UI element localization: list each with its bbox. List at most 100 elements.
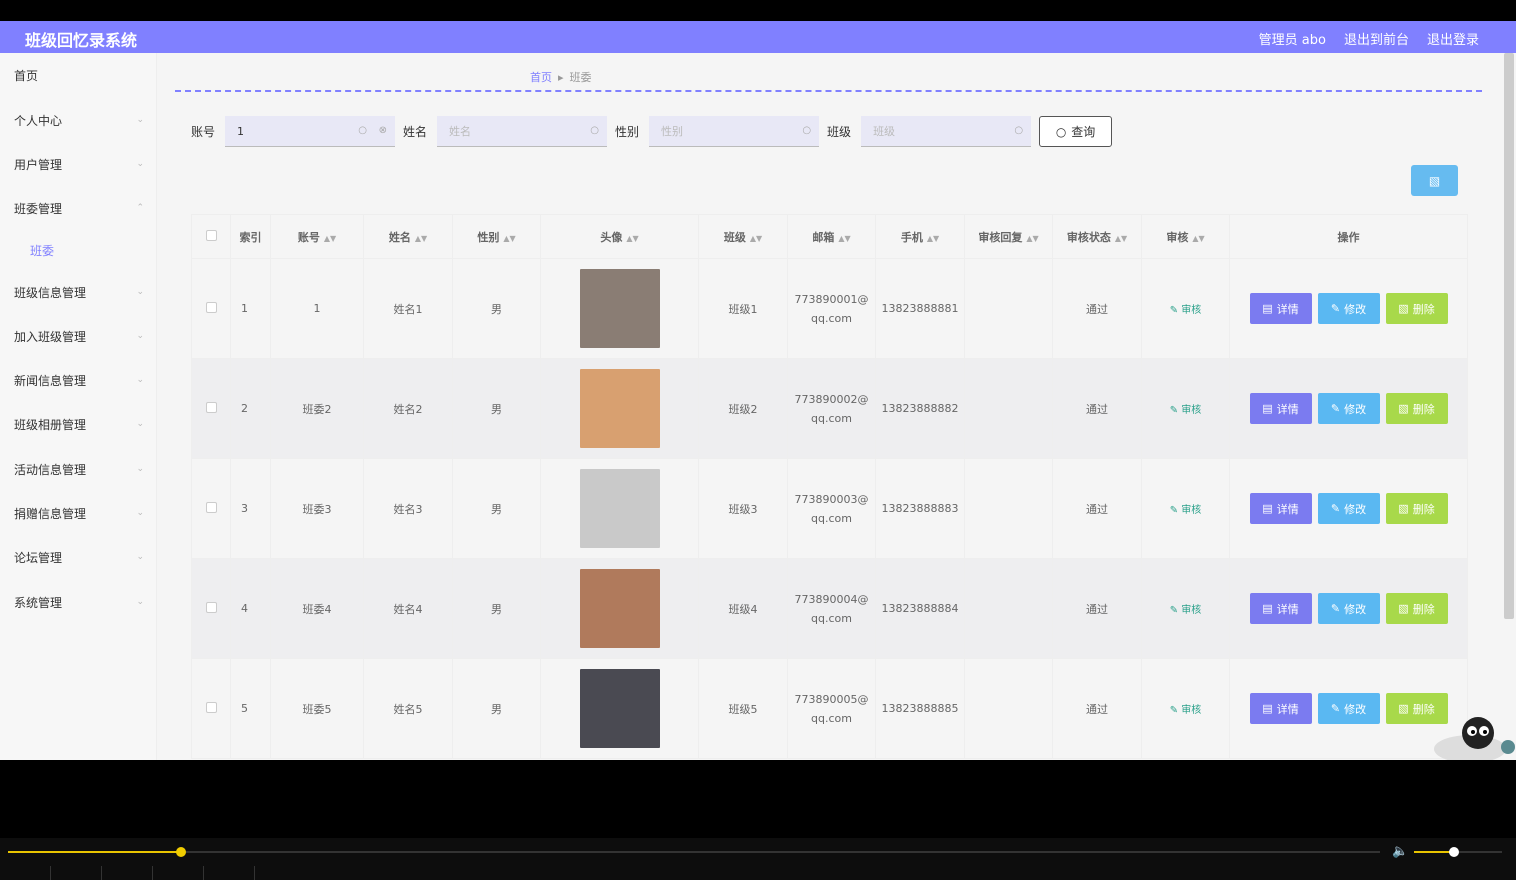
edit-button[interactable]: ✎ 修改 [1317,293,1380,324]
committee-table: 索引 账号 ▲▼ 姓名 ▲▼ 性别 ▲▼ 头像 ▲▼ 班级 ▲▼ 邮箱 ▲▼ 手机 ▲▼ 审核… [191,214,1468,759]
column-header[interactable]: 邮箱 ▲▼ [787,214,876,259]
volume-level [1414,851,1454,853]
query-button[interactable]: ○ 查询 [1039,116,1113,147]
volume-handle[interactable] [1448,847,1459,857]
seek-track[interactable] [8,851,1380,853]
edit-button[interactable]: ✎ 修改 [1317,393,1380,424]
sidebar-item-committee-management[interactable]: 班委管理 ⌃ [14,198,144,218]
cell-audit: ✎ 审核 [1141,458,1230,559]
column-header[interactable]: 头像 ▲▼ [540,214,699,259]
row-checkbox[interactable] [191,558,231,659]
column-header[interactable]: 班级 ▲▼ [698,214,788,259]
avatar[interactable] [579,369,660,448]
sidebar-item-user-management[interactable]: 用户管理 ⌄ [14,154,144,174]
sidebar-item-personal-center[interactable]: 个人中心 ⌄ [14,110,144,130]
detail-button[interactable]: ▤ 详情 [1249,393,1312,424]
account-input[interactable]: 1 ○ ⊗ [225,116,396,147]
column-header[interactable]: 审核状态 ▲▼ [1052,214,1142,259]
cell-class: 班级5 [698,658,788,759]
detail-button[interactable]: ▤ 详情 [1249,493,1312,524]
sort-icon: ▲▼ [414,233,428,243]
seek-handle[interactable] [175,847,186,857]
audit-link[interactable]: ✎ 审核 [1170,405,1202,416]
cell-email: 773890005@ qq.com [787,658,876,759]
logout-link[interactable]: 退出登录 [1427,29,1479,48]
avatar[interactable] [579,469,660,548]
trash-icon: ▧ [1398,602,1409,615]
delete-button[interactable]: ▧ 删除 [1385,593,1448,624]
sort-icon: ▲▼ [626,233,639,243]
column-header[interactable]: 账号 ▲▼ [270,214,364,259]
select-all-checkbox[interactable] [191,214,231,259]
vertical-scrollbar[interactable] [1504,53,1514,619]
cell-reply [964,358,1053,459]
cell-phone: 13823888882 [875,358,965,459]
name-input[interactable]: 姓名 ○ [437,116,608,147]
column-header[interactable]: 审核回复 ▲▼ [964,214,1053,259]
sidebar-item-class-info[interactable]: 班级信息管理 ⌄ [14,282,144,302]
sidebar-item-system[interactable]: 系统管理 ⌄ [14,592,144,612]
column-header[interactable]: 姓名 ▲▼ [363,214,453,259]
batch-delete-button[interactable]: ▧ [1411,165,1458,196]
sidebar-item-album[interactable]: 班级相册管理 ⌄ [14,414,144,434]
column-header[interactable]: 审核 ▲▼ [1141,214,1230,259]
delete-button[interactable]: ▧ 删除 [1385,293,1448,324]
gender-input[interactable]: 性别 ○ [649,116,820,147]
sidebar-item-forum[interactable]: 论坛管理 ⌄ [14,547,144,567]
column-header: 操作 [1229,214,1468,259]
column-header[interactable]: 手机 ▲▼ [875,214,965,259]
row-checkbox[interactable] [191,258,231,359]
detail-button[interactable]: ▤ 详情 [1249,293,1312,324]
edit-button[interactable]: ✎ 修改 [1317,693,1380,724]
breadcrumb-home[interactable]: 首页 [530,69,552,85]
search-icon: ○ [590,125,600,136]
avatar[interactable] [579,569,660,648]
detail-button[interactable]: ▤ 详情 [1249,693,1312,724]
chevron-down-icon: ⌄ [136,419,144,429]
avatar[interactable] [579,269,660,348]
edit-pen-icon: ✎ [1169,605,1179,616]
chevron-down-icon: ⌄ [136,508,144,518]
edit-pen-icon: ✎ [1330,502,1341,515]
avatar[interactable] [579,669,660,748]
cell-audit: ✎ 审核 [1141,358,1230,459]
table-row: 3 班委3 姓名3 男 班级3 773890003@ qq.com 13823888883 通过… [191,458,1468,559]
row-checkbox[interactable] [191,658,231,759]
edit-button[interactable]: ✎ 修改 [1317,493,1380,524]
column-header[interactable]: 性别 ▲▼ [452,214,541,259]
cell-account: 班委5 [270,658,364,759]
sidebar-item-news[interactable]: 新闻信息管理 ⌄ [14,370,144,390]
audit-link[interactable]: ✎ 审核 [1170,305,1202,316]
cell-gender: 男 [452,258,541,359]
cell-account: 班委2 [270,358,364,459]
cell-name: 姓名5 [363,658,453,759]
sidebar-subitem-committee[interactable]: 班委 [30,240,160,260]
sidebar-item-donation[interactable]: 捐赠信息管理 ⌄ [14,503,144,523]
sidebar-item-home[interactable]: 首页 [14,65,144,85]
exit-to-front-link[interactable]: 退出到前台 [1344,29,1409,48]
volume-icon[interactable]: 🔈 [1392,844,1408,859]
column-header[interactable]: 索引 [230,214,271,259]
cell-name: 姓名2 [363,358,453,459]
audit-link[interactable]: ✎ 审核 [1170,505,1202,516]
cell-avatar [540,558,699,659]
sidebar-item-join-class[interactable]: 加入班级管理 ⌄ [14,326,144,346]
row-checkbox[interactable] [191,358,231,459]
document-icon: ▤ [1262,502,1273,515]
admin-user-label[interactable]: 管理员 abo [1259,29,1326,48]
cell-name: 姓名1 [363,258,453,359]
query-button-label: 查询 [1071,125,1096,139]
detail-button[interactable]: ▤ 详情 [1249,593,1312,624]
search-icon: ○ [802,125,812,136]
edit-button[interactable]: ✎ 修改 [1317,593,1380,624]
clear-icon[interactable]: ⊗ [379,125,387,136]
delete-button[interactable]: ▧ 删除 [1385,493,1448,524]
sidebar-item-label: 系统管理 [14,595,63,610]
audit-link[interactable]: ✎ 审核 [1170,605,1202,616]
audit-link[interactable]: ✎ 审核 [1170,705,1202,716]
cell-email: 773890001@ qq.com [787,258,876,359]
row-checkbox[interactable] [191,458,231,559]
class-input[interactable]: 班级 ○ [861,116,1032,147]
sidebar-item-activity[interactable]: 活动信息管理 ⌄ [14,459,144,479]
delete-button[interactable]: ▧ 删除 [1385,393,1448,424]
